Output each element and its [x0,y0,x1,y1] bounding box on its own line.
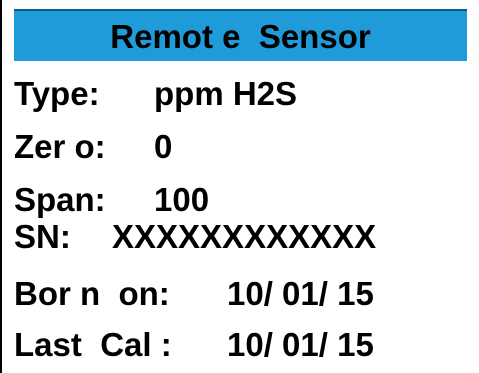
last-cal-label: Last Cal : [14,325,172,363]
screen-title: Remot e Sensor [110,17,371,55]
type-value: ppm H2S [154,74,298,112]
serial-number-label: SN: [14,217,71,255]
type-row: Type: ppm H2S [14,68,297,118]
title-bar: Remot e Sensor [14,9,467,61]
last-cal-value: 10/ 01/ 15 [227,325,374,363]
born-on-row: Bor n on: 10/ 01/ 15 [14,268,374,318]
last-cal-row: Last Cal : 10/ 01/ 15 [14,319,374,369]
zero-value: 0 [154,127,173,165]
sensor-info-screen: Remot e Sensor Type: ppm H2S Zer o: 0 Sp… [0,0,477,373]
type-label: Type: [14,74,100,112]
born-on-label: Bor n on: [14,274,170,312]
zero-row: Zer o: 0 [14,121,172,171]
serial-number-row: SN: XXXXXXXXXXXX [14,211,376,261]
born-on-value: 10/ 01/ 15 [227,274,374,312]
serial-number-value: XXXXXXXXXXXX [112,217,377,255]
zero-label: Zer o: [14,127,106,165]
